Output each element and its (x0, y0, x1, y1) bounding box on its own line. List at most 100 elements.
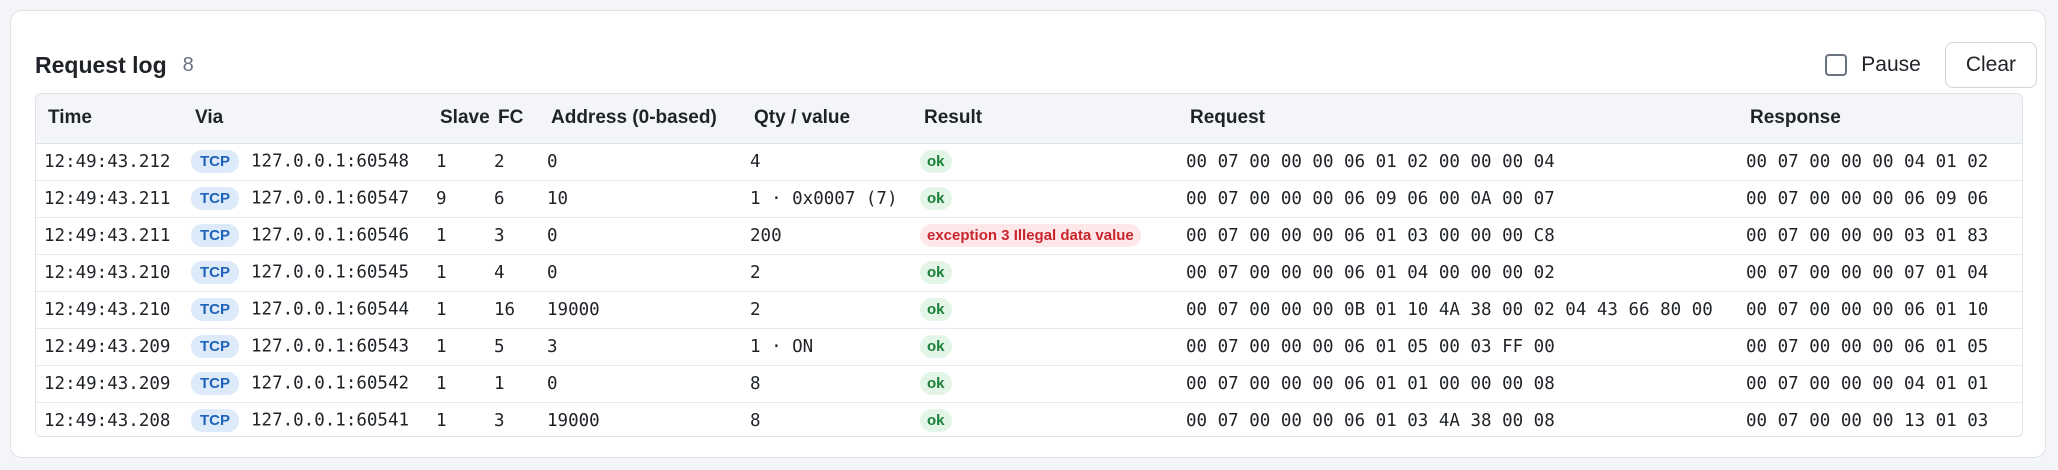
column-header-via: Via (183, 94, 428, 144)
cell-fc: 4 (486, 254, 539, 292)
table-row[interactable]: 12:49:43.211 TCP 127.0.0.1:60546 1 3 0 200 exce… (36, 217, 2022, 255)
ok-badge: ok (920, 261, 952, 284)
cell-slave: 1 (428, 143, 486, 181)
table-header-row: Time Via Slave FC Address (0-based) Qty / val… (36, 94, 2022, 144)
cell-qty: 8 (742, 365, 912, 403)
cell-request: 00 07 00 00 00 06 01 03 00 00 00 C8 (1178, 217, 1738, 255)
cell-address: 19000 (539, 291, 742, 329)
cell-result: ok (912, 328, 1178, 366)
via-tag: TCP (191, 187, 239, 210)
cell-via: TCP 127.0.0.1:60548 (183, 143, 428, 181)
table-row[interactable]: 12:49:43.212 TCP 127.0.0.1:60548 1 2 0 4 ok 00 0… (36, 143, 2022, 181)
cell-via: TCP 127.0.0.1:60545 (183, 254, 428, 292)
ok-badge: ok (920, 409, 952, 432)
cell-qty: 1 · 0x0007 (7) (742, 180, 912, 218)
via-tag: TCP (191, 298, 239, 321)
cell-time: 12:49:43.212 (36, 143, 183, 181)
request-table-container: Time Via Slave FC Address (0-based) Qty / val… (35, 93, 2023, 437)
cell-result: ok (912, 402, 1178, 436)
cell-time: 12:49:43.208 (44, 410, 171, 431)
cell-address: 0 (539, 143, 742, 181)
cell-time: 12:49:43.210 (36, 254, 183, 292)
cell-via: TCP 127.0.0.1:60547 (183, 180, 428, 218)
cell-time: 12:49:43.210 (36, 291, 183, 329)
via-tag: TCP (191, 335, 239, 358)
column-header-qty-value: Qty / value (742, 94, 912, 144)
panel-title: Request log (35, 51, 167, 78)
client-address: 127.0.0.1:60546 (251, 225, 410, 246)
cell-via: TCP 127.0.0.1:60543 (183, 328, 428, 366)
via-tag: TCP (191, 372, 239, 395)
ok-badge: ok (920, 150, 952, 173)
error-badge: exception 3 Illegal data value (920, 224, 1141, 247)
column-header-result: Result (912, 94, 1178, 144)
cell-response: 00 07 00 00 00 03 01 83 (1738, 217, 2022, 255)
cell-slave: 1 (428, 217, 486, 255)
table-row[interactable]: 12:49:43.209 TCP 127.0.0.1:60543 1 5 3 1 · ON o… (36, 328, 2022, 366)
client-address: 127.0.0.1:60548 (251, 151, 410, 172)
cell-via: TCP 127.0.0.1:60544 (183, 291, 428, 329)
table-row[interactable]: 12:49:43.209 TCP 127.0.0.1:60542 1 1 0 8 ok 00 0… (36, 365, 2022, 403)
cell-result: ok (912, 180, 1178, 218)
client-address: 127.0.0.1:60542 (251, 373, 410, 394)
cell-request: 00 07 00 00 00 06 01 05 00 03 FF 00 (1178, 328, 1738, 366)
cell-result: ok (912, 254, 1178, 292)
cell-slave: 1 (428, 365, 486, 403)
ok-badge: ok (920, 335, 952, 358)
cell-response: 00 07 00 00 00 06 01 10 (1738, 291, 2022, 329)
clear-button[interactable]: Clear (1944, 42, 2037, 88)
cell-slave: 1 (428, 254, 486, 292)
cell-qty: 8 (750, 410, 761, 431)
column-header-fc: FC (486, 94, 539, 144)
cell-time: 12:49:43.211 (36, 180, 183, 218)
cell-result: ok (912, 365, 1178, 403)
cell-address: 0 (539, 217, 742, 255)
request-log-panel: Request log 8 Pause Clear Time Via Slave FC… (10, 10, 2046, 458)
via-tag: TCP (191, 409, 239, 432)
client-address: 127.0.0.1:60545 (251, 262, 410, 283)
cell-response: 00 07 00 00 00 06 09 06 (1738, 180, 2022, 218)
via-tag: TCP (191, 150, 239, 173)
cell-request: 00 07 00 00 00 0B 01 10 4A 38 00 02 04 4… (1178, 291, 1738, 329)
cell-request: 00 07 00 00 00 06 01 03 4A 38 00 08 (1186, 410, 1555, 431)
cell-time: 12:49:43.209 (36, 365, 183, 403)
column-header-slave: Slave (428, 94, 490, 144)
cell-qty: 4 (742, 143, 912, 181)
column-header-time: Time (36, 94, 183, 144)
pause-label: Pause (1861, 53, 1921, 76)
table-row[interactable]: 12:49:43.211 TCP 127.0.0.1:60547 9 6 10 1 · 0x… (36, 180, 2022, 218)
cell-address: 19000 (547, 410, 600, 431)
log-count: 8 (182, 53, 194, 76)
pause-checkbox[interactable] (1825, 54, 1848, 76)
cell-qty: 2 (742, 291, 912, 329)
ok-badge: ok (920, 298, 952, 321)
cell-via: TCP 127.0.0.1:60546 (183, 217, 428, 255)
request-table: Time Via Slave FC Address (0-based) Qty / val… (36, 94, 2022, 436)
cell-fc: 1 (486, 365, 539, 403)
table-row[interactable]: 12:49:43.208 TCP 127.0.0.1:60541 1 3 19000 8 ok… (36, 402, 2022, 436)
column-header-request: Request (1178, 94, 1738, 144)
cell-fc: 16 (486, 291, 539, 329)
cell-fc: 2 (486, 143, 539, 181)
table-row[interactable]: 12:49:43.210 TCP 127.0.0.1:60544 1 16 19000 2 o… (36, 291, 2022, 329)
cell-request: 00 07 00 00 00 06 01 04 00 00 00 02 (1178, 254, 1738, 292)
cell-via: TCP 127.0.0.1:60541 (183, 402, 428, 436)
cell-request: 00 07 00 00 00 06 09 06 00 0A 00 07 (1178, 180, 1738, 218)
pause-toggle[interactable]: Pause (1825, 53, 1921, 77)
cell-response: 00 07 00 00 00 07 01 04 (1738, 254, 2022, 292)
cell-slave: 1 (428, 328, 486, 366)
cell-address: 0 (539, 365, 742, 403)
cell-qty: 1 · ON (742, 328, 912, 366)
cell-result: ok (912, 143, 1178, 181)
column-header-response: Response (1738, 94, 2022, 144)
cell-request: 00 07 00 00 00 06 01 02 00 00 00 04 (1178, 143, 1738, 181)
cell-fc: 3 (494, 410, 505, 431)
cell-request: 00 07 00 00 00 06 01 01 00 00 00 08 (1178, 365, 1738, 403)
client-address: 127.0.0.1:60547 (251, 188, 410, 209)
client-address: 127.0.0.1:60544 (251, 299, 410, 320)
table-row[interactable]: 12:49:43.210 TCP 127.0.0.1:60545 1 4 0 2 ok 00 0… (36, 254, 2022, 292)
cell-time: 12:49:43.211 (36, 217, 183, 255)
cell-response: 00 07 00 00 00 04 01 02 (1738, 143, 2022, 181)
client-address: 127.0.0.1:60543 (251, 336, 410, 357)
cell-qty: 2 (742, 254, 912, 292)
